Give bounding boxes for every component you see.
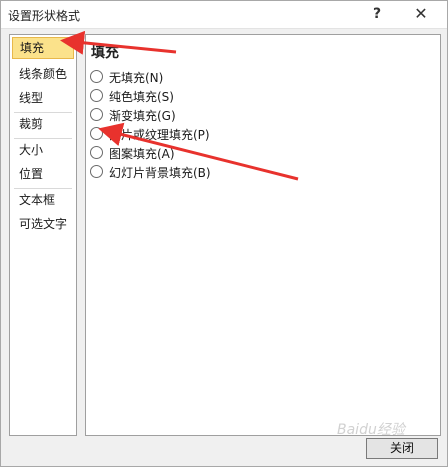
radio-label[interactable]: 图案填充(A): [109, 145, 175, 162]
radio-button[interactable]: [90, 146, 103, 159]
radio-button[interactable]: [90, 89, 103, 102]
sidebar-item-text-box[interactable]: 文本框: [12, 189, 74, 211]
radio-button[interactable]: [90, 127, 103, 140]
sidebar-item-crop[interactable]: 裁剪: [12, 113, 74, 135]
radio-label[interactable]: 纯色填充(S): [109, 88, 174, 105]
sidebar-item-fill[interactable]: 填充: [12, 37, 74, 59]
sidebar-item-line-color[interactable]: 线条颜色: [12, 63, 74, 85]
radio-label[interactable]: 图片或纹理填充(P): [109, 126, 210, 143]
sidebar-item-position[interactable]: 位置: [12, 163, 74, 185]
title-bar: 设置形状格式 ? ✕: [1, 1, 447, 29]
sidebar-item-alt-text[interactable]: 可选文字: [12, 213, 74, 235]
radio-label[interactable]: 无填充(N): [109, 69, 163, 86]
category-sidebar: 填充 线条颜色 线型 裁剪 大小 位置 文本框 可选文字: [9, 34, 77, 436]
sidebar-item-line-style[interactable]: 线型: [12, 87, 74, 109]
section-title: 填充: [91, 45, 119, 61]
radio-button[interactable]: [90, 108, 103, 121]
help-button[interactable]: ?: [365, 3, 389, 25]
close-button[interactable]: 关闭: [366, 438, 438, 459]
format-shape-dialog: 设置形状格式 ? ✕ 填充 线条颜色 线型 裁剪 大小 位置 文本框 可选文字 …: [0, 0, 448, 467]
close-icon[interactable]: ✕: [405, 3, 437, 25]
radio-label[interactable]: 幻灯片背景填充(B): [109, 164, 211, 181]
sidebar-item-size[interactable]: 大小: [12, 139, 74, 161]
fill-panel: 填充 无填充(N) 纯色填充(S) 渐变填充(G) 图片或纹理填充(P) 图案填…: [85, 34, 441, 436]
radio-button[interactable]: [90, 70, 103, 83]
radio-label[interactable]: 渐变填充(G): [109, 107, 176, 124]
dialog-title: 设置形状格式: [8, 9, 81, 23]
radio-button[interactable]: [90, 165, 103, 178]
watermark: Baidu经验: [337, 422, 405, 438]
